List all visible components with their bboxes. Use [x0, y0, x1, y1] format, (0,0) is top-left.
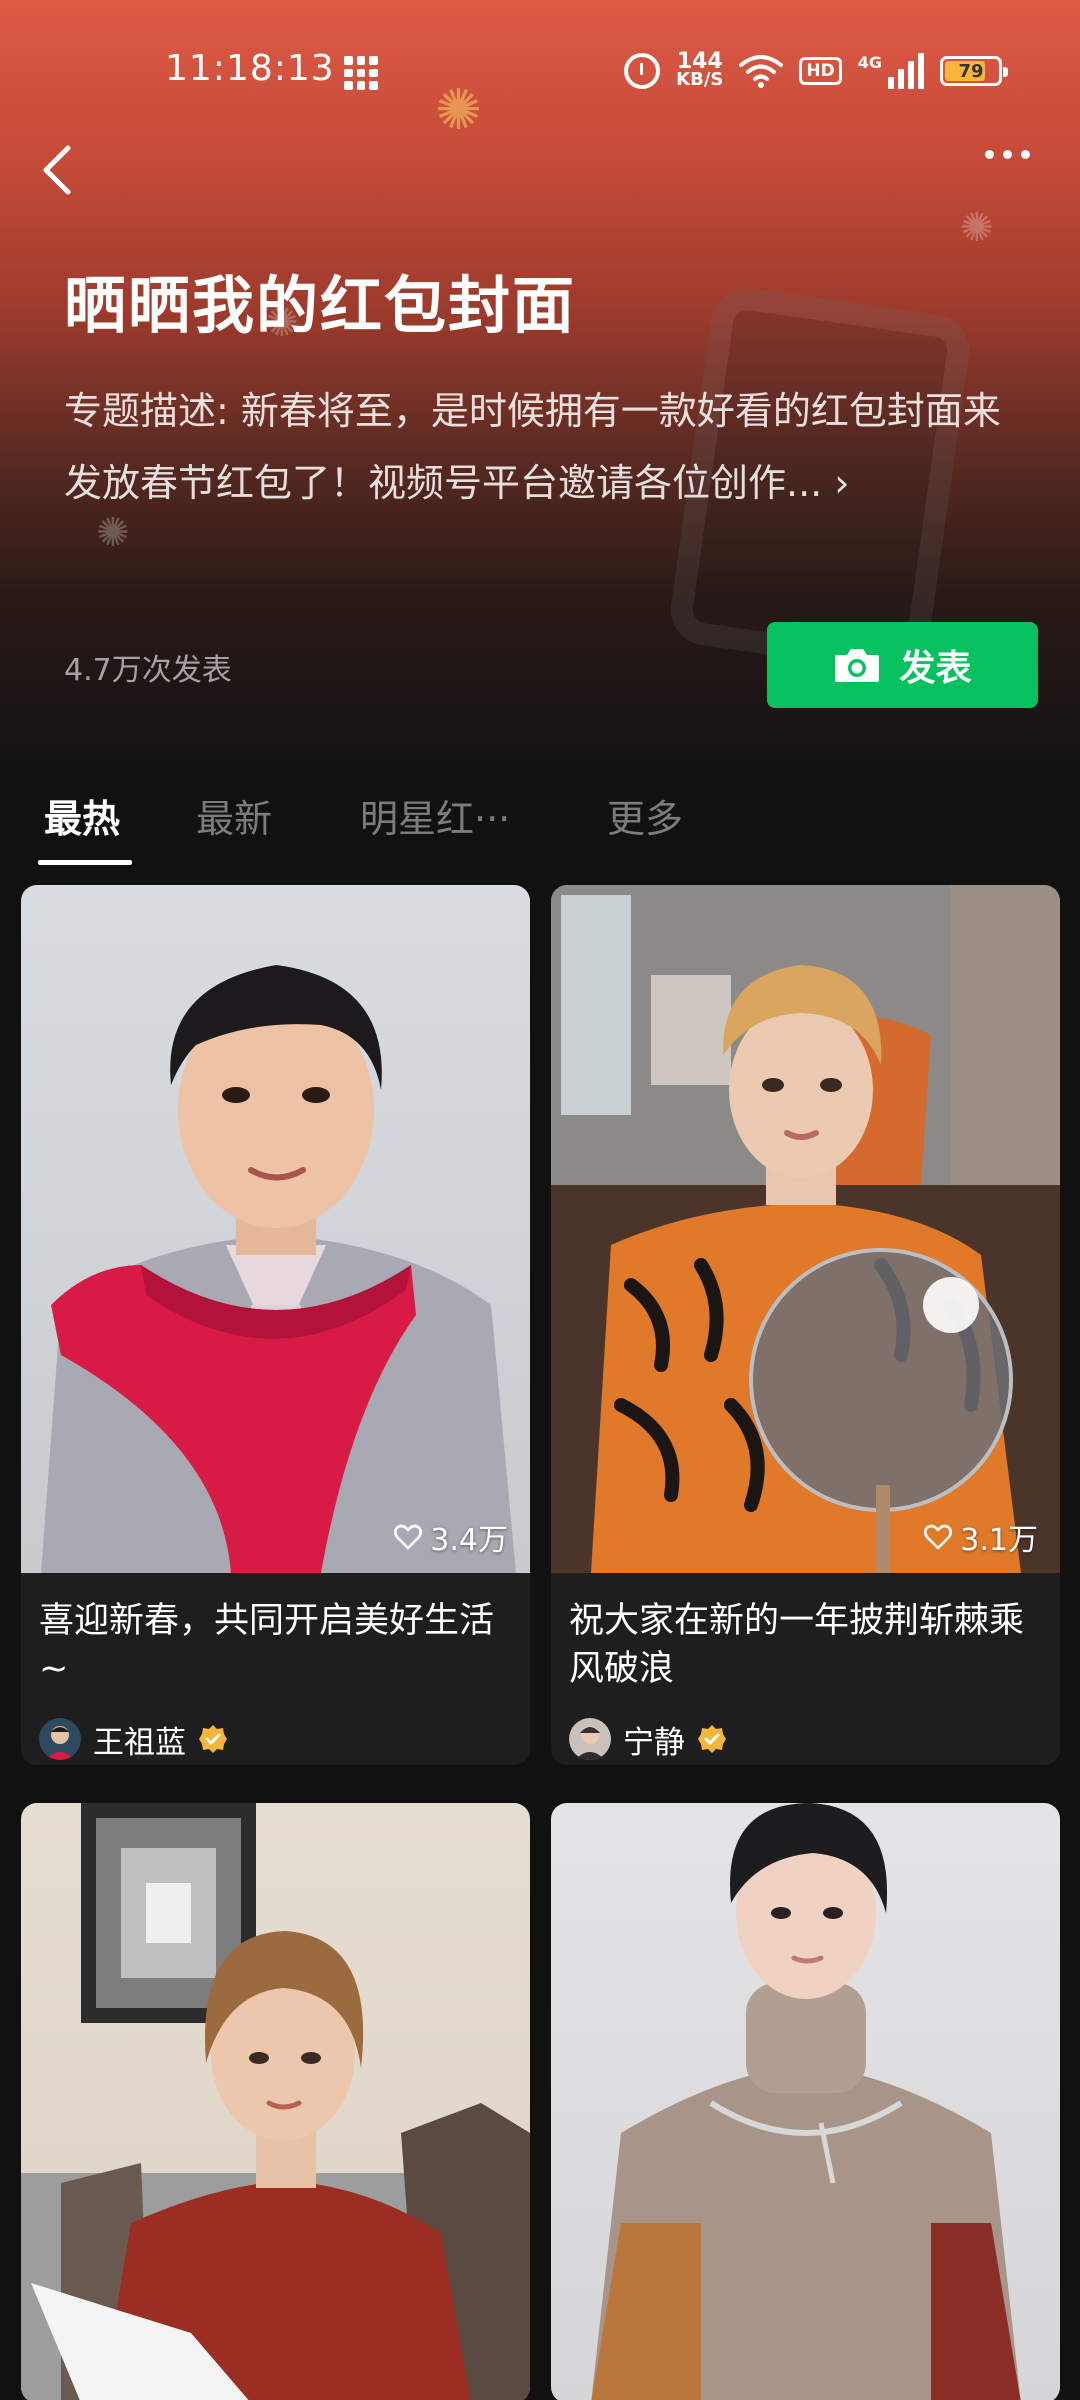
page-title: 晒晒我的红包封面 [64, 269, 577, 342]
network-speed: 144 KB/S [676, 49, 724, 90]
author-info[interactable]: 王祖蓝 [21, 1701, 530, 1765]
publish-button[interactable]: 发表 [767, 622, 1038, 708]
more-icon[interactable] [985, 150, 1030, 159]
active-tab-indicator [38, 860, 132, 865]
camera-icon [835, 649, 880, 682]
heart-icon [924, 1524, 953, 1550]
video-thumbnail[interactable] [551, 1803, 1060, 2400]
grid-icon [344, 56, 378, 90]
avatar[interactable] [569, 1718, 611, 1760]
video-card[interactable] [21, 1803, 530, 2400]
person-illustration [21, 1803, 530, 2400]
status-time: 11:18:13 [165, 48, 335, 89]
back-icon[interactable] [34, 140, 84, 200]
tab-more[interactable]: 更多 [607, 788, 683, 843]
tab-hot[interactable]: 最热 [44, 788, 120, 843]
hd-badge: HD [799, 57, 842, 85]
tab-latest[interactable]: 最新 [196, 788, 272, 843]
tab-celebrity[interactable]: 明星红··· [360, 788, 510, 843]
tab-bar: 最热 最新 明星红··· 更多 [0, 760, 1080, 870]
chevron-right-icon: › [834, 461, 850, 505]
video-card[interactable] [551, 1803, 1060, 2400]
author-info[interactable]: 宁静 [551, 1701, 1060, 1765]
video-card[interactable]: 3.4万 喜迎新春，共同开启美好生活~ 王祖蓝 [21, 885, 530, 1765]
person-illustration [41, 965, 516, 1573]
topic-header: ✺ ✺ ✺ ✺ 11:18:13 144 KB/S HD 4G 79 晒晒我的红… [0, 0, 1080, 760]
battery-icon: 79 [940, 56, 1008, 86]
signal-icon: 4G [858, 53, 924, 89]
heart-icon [394, 1524, 423, 1550]
author-name[interactable]: 宁静 [623, 1717, 685, 1762]
video-title: 祝大家在新的一年披荆斩棘乘风破浪 [569, 1601, 1025, 1689]
verified-icon [698, 1725, 726, 1753]
spark-decoration: ✺ [960, 205, 994, 251]
person-illustration [591, 1803, 1021, 2400]
avatar[interactable] [39, 1718, 81, 1760]
wifi-icon [739, 55, 784, 88]
like-count: 3.4万 [394, 1515, 508, 1559]
video-title: 喜迎新春，共同开启美好生活~ [39, 1601, 495, 1689]
like-count: 3.1万 [924, 1515, 1038, 1559]
status-bar: 11:18:13 144 KB/S HD 4G 79 [0, 40, 1080, 104]
status-indicators: 144 KB/S HD 4G 79 [624, 46, 1008, 96]
topic-description[interactable]: 专题描述: 新春将至，是时候拥有一款好看的红包封面来发放春节红包了！视频号平台邀… [64, 375, 1024, 519]
video-card[interactable]: 3.1万 祝大家在新的一年披荆斩棘乘风破浪 宁静 [551, 885, 1060, 1765]
video-thumbnail[interactable]: 3.1万 [551, 885, 1060, 1573]
author-name[interactable]: 王祖蓝 [93, 1717, 186, 1762]
verified-icon [199, 1725, 227, 1753]
alarm-icon [624, 53, 661, 89]
video-thumbnail[interactable] [21, 1803, 530, 2400]
publish-count: 4.7万次发表 [64, 653, 232, 688]
person-illustration [551, 885, 1060, 1573]
video-thumbnail[interactable]: 3.4万 [21, 885, 530, 1573]
